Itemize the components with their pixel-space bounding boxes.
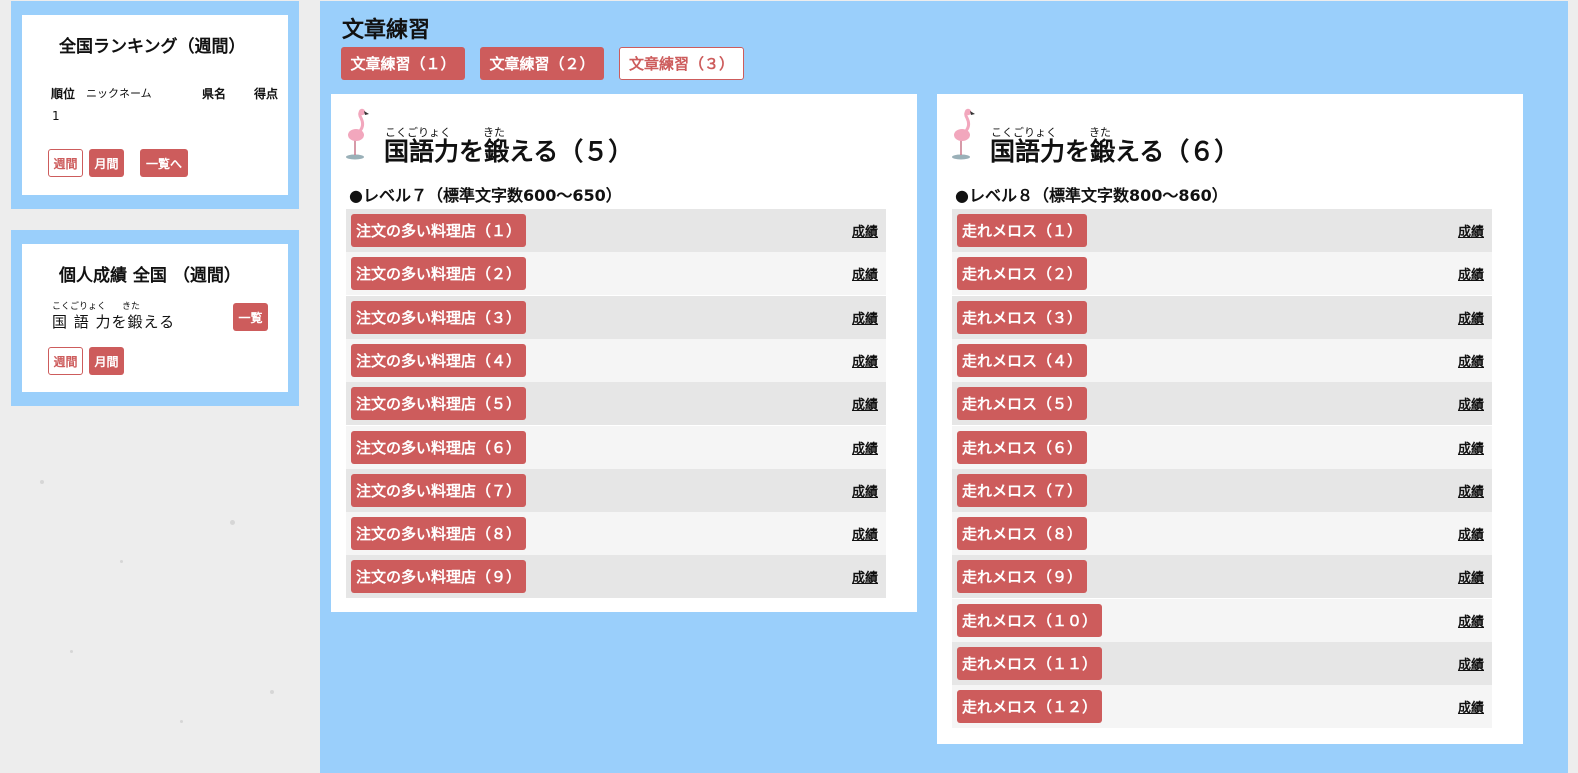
score-link[interactable]: 成績 — [852, 351, 878, 370]
flamingo-icon — [952, 108, 975, 160]
col-score: 得点 — [254, 87, 279, 101]
col-nickname: ニックネーム — [86, 87, 152, 100]
lesson-button[interactable]: 注文の多い料理店（１） — [351, 214, 527, 247]
score-link[interactable]: 成績 — [1458, 567, 1484, 586]
tab-practice-1[interactable]: 文章練習（１） — [341, 47, 465, 80]
lesson-row: 注文の多い料理店（８） 成績 — [346, 512, 886, 556]
score-link[interactable]: 成績 — [852, 264, 878, 283]
course-name: 国 語 力を鍛える — [52, 313, 176, 331]
lesson-row: 注文の多い料理店（７） 成績 — [346, 468, 886, 512]
lesson-row: 走れメロス（９） 成績 — [952, 555, 1492, 599]
ranking-list-button[interactable]: 一覧へ — [140, 149, 188, 177]
lesson-button[interactable]: 注文の多い料理店（４） — [351, 343, 527, 377]
lesson-row: 走れメロス（１） 成績 — [952, 209, 1492, 252]
card-title: 国語力を鍛える（５） — [384, 137, 634, 166]
lesson-row: 走れメロス（４） 成績 — [952, 338, 1492, 382]
lesson-row: 走れメロス（７） 成績 — [952, 468, 1492, 512]
ranking-panel: 全国ランキング（週間） 順位 ニックネーム 県名 得点 1 週間 月間 一覧へ — [11, 1, 299, 209]
lesson-row: 注文の多い料理店（４） 成績 — [346, 338, 886, 382]
lesson-row: 走れメロス（１２） 成績 — [952, 685, 1492, 729]
lesson-row: 走れメロス（１１） 成績 — [952, 642, 1492, 685]
lesson-button[interactable]: 注文の多い料理店（８） — [351, 517, 527, 551]
col-rank: 順位 — [51, 87, 76, 101]
lesson-row: 注文の多い料理店（１） 成績 — [346, 209, 886, 252]
card-level: ●レベル７（標準文字数600～650） — [349, 186, 622, 205]
main-panel: 文章練習 文章練習（１） 文章練習（２） 文章練習（３） こくごりょく きた 国… — [320, 1, 1568, 773]
lesson-button[interactable]: 注文の多い料理店（５） — [351, 387, 527, 421]
card-level: ●レベル８（標準文字数800～860） — [955, 186, 1228, 205]
personal-monthly-button[interactable]: 月間 — [89, 347, 124, 375]
score-link[interactable]: 成績 — [852, 394, 878, 413]
score-link[interactable]: 成績 — [1458, 394, 1484, 413]
lesson-row: 走れメロス（６） 成績 — [952, 425, 1492, 469]
lesson-button[interactable]: 走れメロス（１２） — [957, 690, 1103, 724]
score-link[interactable]: 成績 — [852, 567, 878, 586]
col-prefecture: 県名 — [202, 87, 227, 101]
lesson-row: 走れメロス（２） 成績 — [952, 252, 1492, 296]
lesson-button[interactable]: 走れメロス（８） — [957, 517, 1088, 551]
score-link[interactable]: 成績 — [1458, 524, 1484, 543]
card-title: 国語力を鍛える（６） — [990, 137, 1240, 166]
score-link[interactable]: 成績 — [1458, 308, 1484, 327]
personal-panel: 個人成績 全国 （週間） こくごりょく きた 国 語 力を鍛える 一覧 週間 月… — [11, 230, 299, 406]
course-card-5: こくごりょく きた 国語力を鍛える（５） ●レベル７（標準文字数600～650）… — [331, 94, 917, 612]
score-link[interactable]: 成績 — [852, 221, 878, 240]
lesson-button[interactable]: 走れメロス（５） — [957, 387, 1088, 421]
tab-practice-2[interactable]: 文章練習（２） — [480, 47, 604, 80]
lesson-row: 注文の多い料理店（２） 成績 — [346, 252, 886, 296]
page-title: 文章練習 — [342, 18, 431, 43]
lesson-row: 走れメロス（８） 成績 — [952, 512, 1492, 556]
score-link[interactable]: 成績 — [1458, 697, 1484, 716]
personal-list-button[interactable]: 一覧 — [233, 303, 268, 331]
lesson-button[interactable]: 注文の多い料理店（７） — [351, 473, 527, 507]
score-link[interactable]: 成績 — [1458, 221, 1484, 240]
score-link[interactable]: 成績 — [1458, 438, 1484, 457]
score-link[interactable]: 成績 — [852, 524, 878, 543]
lesson-row: 走れメロス（３） 成績 — [952, 295, 1492, 339]
ranking-row-rank: 1 — [52, 109, 60, 123]
lesson-button[interactable]: 走れメロス（１０） — [957, 603, 1103, 637]
lesson-button[interactable]: 注文の多い料理店（６） — [351, 430, 527, 464]
lesson-button[interactable]: 走れメロス（９） — [957, 560, 1088, 594]
course-card-6: こくごりょく きた 国語力を鍛える（６） ●レベル８（標準文字数800～860）… — [937, 94, 1523, 744]
lesson-row: 注文の多い料理店（３） 成績 — [346, 295, 886, 339]
lesson-button[interactable]: 走れメロス（１） — [957, 214, 1088, 247]
personal-weekly-button[interactable]: 週間 — [48, 347, 83, 375]
score-link[interactable]: 成績 — [1458, 264, 1484, 283]
lesson-row: 走れメロス（５） 成績 — [952, 382, 1492, 426]
score-link[interactable]: 成績 — [1458, 654, 1484, 673]
lesson-button[interactable]: 走れメロス（３） — [957, 300, 1088, 334]
score-link[interactable]: 成績 — [1458, 611, 1484, 630]
lesson-row: 注文の多い料理店（６） 成績 — [346, 425, 886, 469]
lesson-row: 走れメロス（１０） 成績 — [952, 598, 1492, 642]
lesson-button[interactable]: 注文の多い料理店（２） — [351, 257, 527, 291]
lesson-button[interactable]: 走れメロス（６） — [957, 430, 1088, 464]
lesson-row: 注文の多い料理店（５） 成績 — [346, 382, 886, 426]
lesson-button[interactable]: 走れメロス（４） — [957, 343, 1088, 377]
tab-practice-3[interactable]: 文章練習（３） — [619, 47, 744, 80]
weekly-button[interactable]: 週間 — [48, 149, 83, 177]
personal-card: 個人成績 全国 （週間） こくごりょく きた 国 語 力を鍛える 一覧 週間 月… — [22, 244, 288, 392]
ranking-card: 全国ランキング（週間） 順位 ニックネーム 県名 得点 1 週間 月間 一覧へ — [22, 15, 288, 195]
score-link[interactable]: 成績 — [852, 481, 878, 500]
lesson-button[interactable]: 注文の多い料理店（３） — [351, 300, 527, 334]
lesson-button[interactable]: 走れメロス（７） — [957, 473, 1088, 507]
personal-title: 個人成績 全国 （週間） — [59, 266, 241, 286]
score-link[interactable]: 成績 — [852, 308, 878, 327]
lesson-row: 注文の多い料理店（９） 成績 — [346, 555, 886, 599]
lesson-button[interactable]: 注文の多い料理店（９） — [351, 560, 527, 594]
score-link[interactable]: 成績 — [852, 438, 878, 457]
monthly-button[interactable]: 月間 — [89, 149, 124, 177]
score-link[interactable]: 成績 — [1458, 481, 1484, 500]
lesson-button[interactable]: 走れメロス（１１） — [957, 647, 1103, 680]
score-link[interactable]: 成績 — [1458, 351, 1484, 370]
flamingo-icon — [346, 108, 369, 160]
ranking-title: 全国ランキング（週間） — [59, 37, 246, 57]
lesson-button[interactable]: 走れメロス（２） — [957, 257, 1088, 291]
